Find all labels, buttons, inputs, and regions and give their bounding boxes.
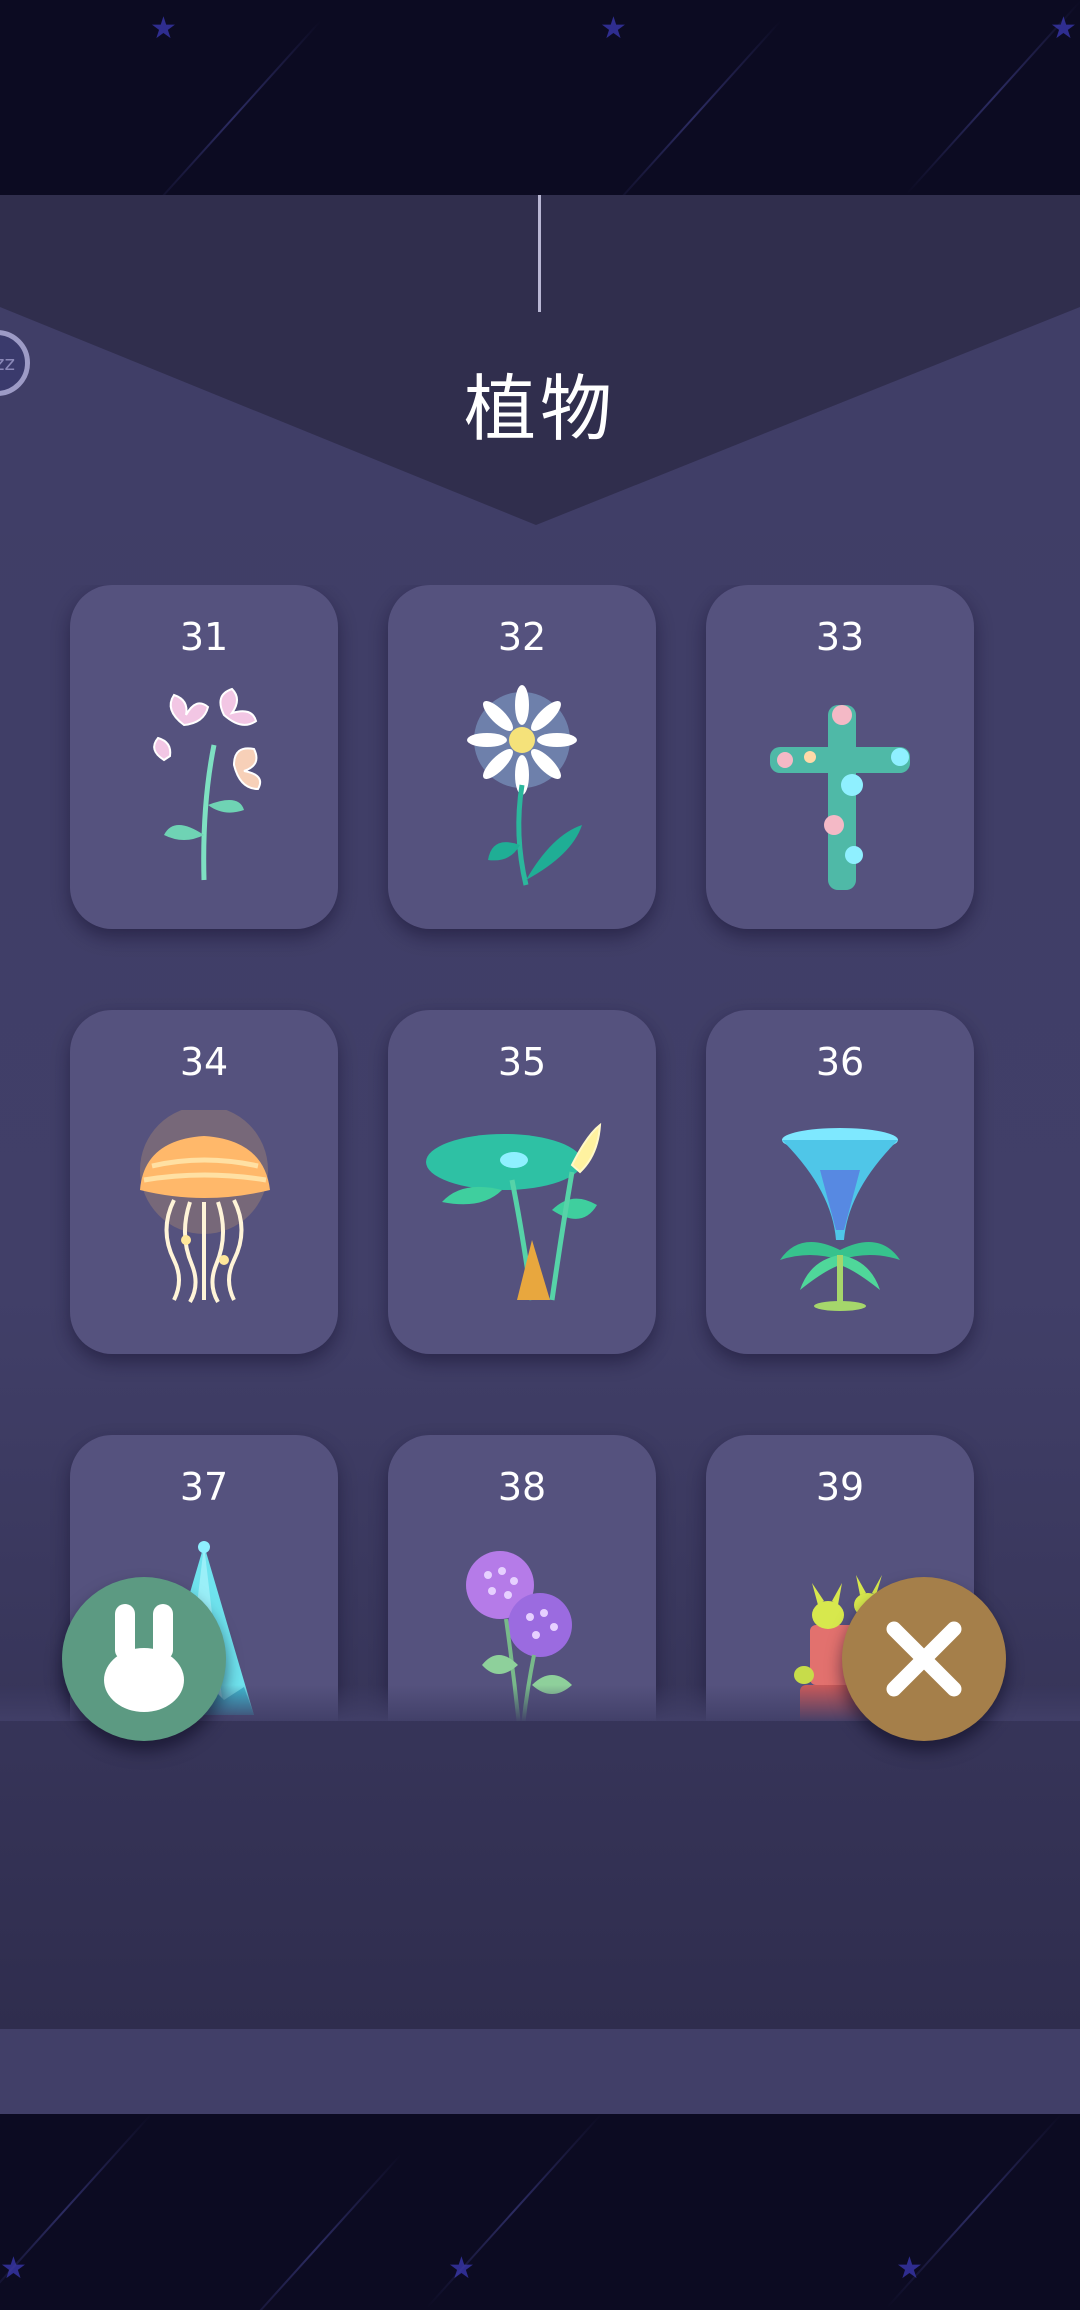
plant-card[interactable]: 33 — [706, 585, 974, 929]
glowing-white-daisy-icon — [467, 685, 582, 886]
bunny-button[interactable] — [62, 1577, 226, 1741]
flower-cross-vine-icon — [770, 705, 910, 890]
star-icon: ★ — [600, 11, 627, 46]
card-number: 35 — [497, 1040, 547, 1084]
plant-card[interactable]: 36 — [706, 1010, 974, 1354]
card-number: 33 — [815, 615, 865, 659]
page-title: 植物 — [463, 367, 616, 451]
plant-card[interactable]: 32 — [388, 585, 656, 929]
plant-card[interactable]: 31 — [70, 585, 338, 929]
plant-card[interactable]: 35 — [388, 1010, 656, 1354]
light-streak — [606, 20, 782, 195]
close-icon — [886, 1621, 962, 1697]
card-number: 37 — [179, 1465, 229, 1509]
pink-sweetpea-flower-icon — [153, 687, 262, 881]
star-icon: ★ — [150, 11, 177, 46]
plant-collection-panel: zz 植物 31 32 — [0, 195, 1080, 2029]
bunny-icon — [104, 1604, 184, 1712]
plant-card[interactable]: 34 — [70, 1010, 338, 1354]
plant-card[interactable]: 38 — [388, 1435, 656, 1721]
light-streak — [426, 2114, 602, 2309]
bottom-night-sky: ★ ★ ★ — [0, 2114, 1080, 2310]
lotus-leaf-plant-icon — [426, 1122, 602, 1301]
light-streak — [226, 2154, 402, 2310]
funnel-palm-plant-icon — [780, 1128, 900, 1311]
card-number: 38 — [497, 1465, 547, 1509]
jellyfish-mushroom-icon — [140, 1110, 270, 1304]
panel-bottom-strip — [0, 2029, 1080, 2114]
top-night-sky: ★ ★ ★ — [0, 0, 1080, 195]
card-number: 34 — [179, 1040, 229, 1084]
hanging-string — [538, 195, 541, 312]
card-number: 36 — [815, 1040, 865, 1084]
card-number: 39 — [815, 1465, 865, 1509]
light-streak — [146, 20, 322, 195]
card-number: 32 — [497, 615, 547, 659]
sleep-badge-label: zz — [0, 351, 15, 375]
plant-grid: 31 32 33 34 35 36 37 38 39 — [0, 585, 1080, 1721]
card-number: 31 — [179, 615, 229, 659]
light-streak — [906, 0, 1080, 195]
star-icon: ★ — [0, 2254, 27, 2284]
close-button[interactable] — [842, 1577, 1006, 1741]
light-streak — [886, 2114, 1062, 2309]
